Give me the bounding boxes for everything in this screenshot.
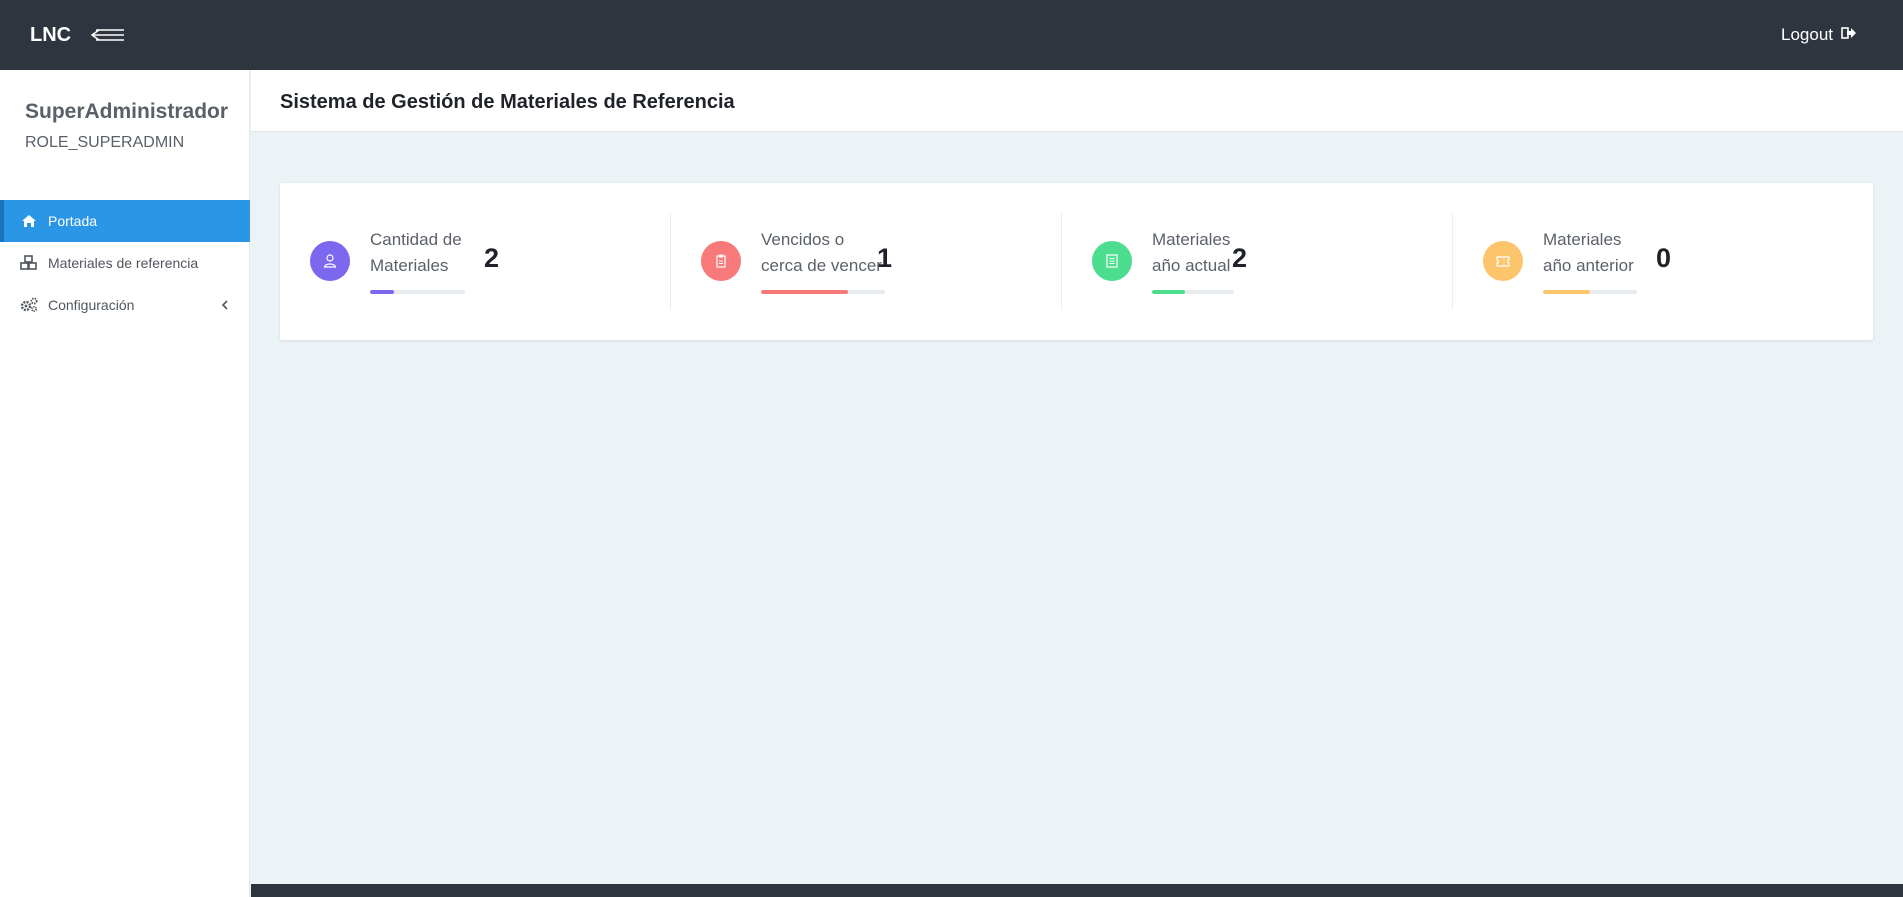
sign-out-icon bbox=[1841, 25, 1857, 45]
document-icon bbox=[1092, 241, 1132, 281]
page-header: Sistema de Gestión de Materiales de Refe… bbox=[251, 70, 1903, 132]
cubes-icon bbox=[18, 255, 40, 271]
sidebar-item-label: Portada bbox=[48, 213, 98, 229]
cogs-icon bbox=[18, 297, 40, 313]
stat-label: Materiales año anterior bbox=[1543, 230, 1634, 275]
stat-anio-anterior: Materiales año anterior 0 bbox=[1453, 213, 1843, 310]
progress-bar bbox=[1543, 290, 1637, 294]
sidebar: SuperAdministrador ROLE_SUPERADMIN Porta… bbox=[0, 70, 250, 897]
progress-fill bbox=[1152, 290, 1185, 294]
sidebar-item-portada[interactable]: Portada bbox=[0, 200, 250, 242]
stat-vencidos: Vencidos o cerca de vencer 1 bbox=[671, 213, 1061, 310]
stat-anio-actual: Materiales año actual 2 bbox=[1062, 213, 1452, 310]
progress-fill bbox=[1543, 290, 1590, 294]
progress-bar bbox=[1152, 290, 1234, 294]
stat-label: Cantidad de Materiales bbox=[370, 230, 462, 275]
stat-value: 2 bbox=[1232, 243, 1248, 273]
footer-bar bbox=[251, 884, 1903, 897]
stat-value: 1 bbox=[877, 243, 893, 273]
home-icon bbox=[18, 213, 40, 229]
progress-fill bbox=[761, 290, 848, 294]
progress-bar bbox=[370, 290, 465, 294]
page-title: Sistema de Gestión de Materiales de Refe… bbox=[280, 91, 735, 113]
top-navbar: LNC Logout bbox=[0, 0, 1903, 70]
brand-logo[interactable]: LNC bbox=[30, 24, 71, 47]
user-name: SuperAdministrador bbox=[25, 100, 229, 123]
ticket-icon bbox=[1483, 241, 1523, 281]
sidebar-item-label: Configuración bbox=[48, 297, 135, 313]
stat-value: 2 bbox=[484, 243, 500, 273]
stats-card: Cantidad de Materiales 2 Vencidos o cerc… bbox=[280, 183, 1873, 340]
user-icon bbox=[310, 241, 350, 281]
sidebar-item-label: Materiales de referencia bbox=[48, 255, 199, 271]
stat-cantidad-materiales: Cantidad de Materiales 2 bbox=[280, 213, 670, 310]
menu-toggle-icon[interactable] bbox=[90, 25, 128, 45]
logout-button[interactable]: Logout bbox=[1781, 25, 1857, 45]
user-role: ROLE_SUPERADMIN bbox=[25, 134, 185, 151]
progress-bar bbox=[761, 290, 885, 294]
stat-label: Vencidos o cerca de vencer bbox=[761, 230, 882, 275]
progress-fill bbox=[370, 290, 394, 294]
stat-value: 0 bbox=[1656, 243, 1672, 273]
sidebar-item-materiales[interactable]: Materiales de referencia bbox=[0, 242, 250, 284]
clipboard-icon bbox=[701, 241, 741, 281]
logout-label: Logout bbox=[1781, 25, 1833, 44]
sidebar-item-configuracion[interactable]: Configuración bbox=[0, 284, 250, 326]
stat-label: Materiales año actual bbox=[1152, 230, 1231, 275]
chevron-left-icon bbox=[220, 298, 230, 312]
sidebar-nav: Portada Materiales de referencia Configu… bbox=[0, 200, 250, 326]
